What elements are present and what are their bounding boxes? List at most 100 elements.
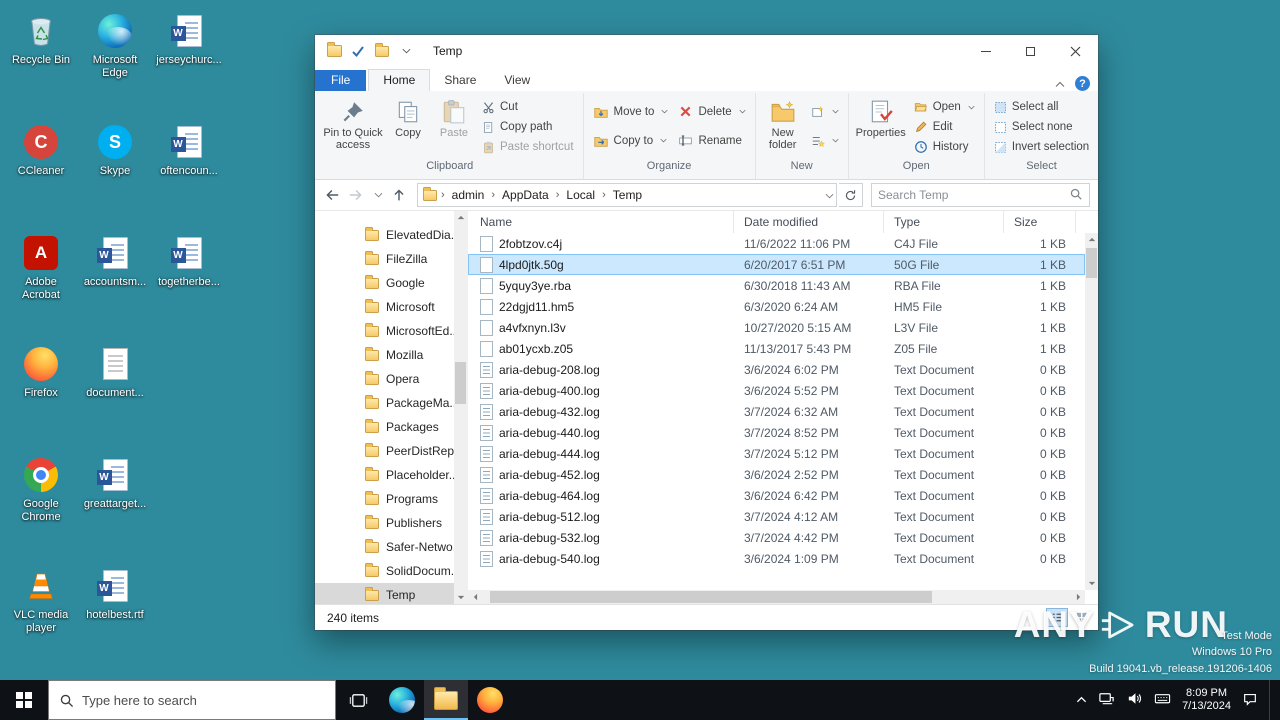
sidebar-item-filezilla[interactable]: FileZilla xyxy=(315,247,467,271)
file-row-2fobtzov-c4j[interactable]: 2fobtzov.c4j 11/6/2022 11:06 PM C4J File 1 … xyxy=(468,233,1085,254)
close-button[interactable] xyxy=(1053,35,1098,67)
file-row-5yquy3ye-rba[interactable]: 5yquy3ye.rba 6/30/2018 11:43 AM RBA File 1 … xyxy=(468,275,1085,296)
breadcrumb-separator[interactable]: › xyxy=(555,189,561,201)
desktop-icon-oftencoun[interactable]: Woftencoun... xyxy=(152,115,226,226)
sidebar-item-publishers[interactable]: Publishers xyxy=(315,511,467,535)
scroll-down-button[interactable] xyxy=(454,591,467,604)
touch-keyboard-icon[interactable] xyxy=(1154,690,1171,710)
scrollbar-track[interactable] xyxy=(1085,246,1098,577)
paste-shortcut-button[interactable]: Paste shortcut xyxy=(477,137,579,157)
tab-view[interactable]: View xyxy=(490,70,544,91)
tab-share[interactable]: Share xyxy=(430,70,490,91)
edit-button[interactable]: Edit xyxy=(909,117,980,137)
sidebar-item-soliddocum[interactable]: SolidDocum... xyxy=(315,559,467,583)
back-button[interactable] xyxy=(319,183,343,207)
horizontal-scrollbar[interactable] xyxy=(468,590,1085,604)
desktop-icon-document[interactable]: document... xyxy=(78,337,152,448)
sidebar-item-microsofted[interactable]: MicrosoftEd... xyxy=(315,319,467,343)
desktop-icon-vlc-media-player[interactable]: VLC media player xyxy=(4,559,78,670)
file-row-aria-debug-452-log[interactable]: aria-debug-452.log 3/6/2024 2:52 PM Text D… xyxy=(468,464,1085,485)
desktop-icon-accountsm[interactable]: Waccountsm... xyxy=(78,226,152,337)
invert-selection-button[interactable]: Invert selection xyxy=(989,137,1094,157)
title-bar[interactable]: Temp xyxy=(315,35,1098,67)
pin-to-quick-access-button[interactable]: Pin to Quick access xyxy=(321,95,385,155)
desktop-icon-firefox[interactable]: Firefox xyxy=(4,337,78,448)
delete-button[interactable]: Delete xyxy=(673,102,750,122)
breadcrumb-appdata[interactable]: AppData xyxy=(499,186,552,204)
sidebar-item-safer-netwo[interactable]: Safer-Netwo... xyxy=(315,535,467,559)
scroll-left-button[interactable] xyxy=(468,590,482,604)
address-dropdown-chevron-icon[interactable] xyxy=(825,188,834,202)
history-button[interactable]: History xyxy=(909,137,980,157)
sidebar-item-opera[interactable]: Opera xyxy=(315,367,467,391)
open-button[interactable]: Open xyxy=(909,97,980,117)
easy-access-button[interactable] xyxy=(806,131,844,151)
sidebar-item-microsoft[interactable]: Microsoft xyxy=(315,295,467,319)
desktop-icon-skype[interactable]: S Skype xyxy=(78,115,152,226)
copy-path-button[interactable]: Copy path xyxy=(477,117,579,137)
help-icon[interactable]: ? xyxy=(1075,76,1090,91)
taskbar-edge-button[interactable] xyxy=(380,680,424,720)
sidebar-item-elevateddia[interactable]: ElevatedDia... xyxy=(315,223,467,247)
scrollbar-thumb[interactable] xyxy=(455,362,466,404)
tray-show-hidden-icons-chevron[interactable] xyxy=(1076,693,1087,707)
scrollbar-track[interactable] xyxy=(454,224,467,591)
desktop-icon-adobe-acrobat[interactable]: A Adobe Acrobat xyxy=(4,226,78,337)
maximize-button[interactable] xyxy=(1008,35,1053,67)
column-header-date-modified[interactable]: Date modified xyxy=(734,211,884,233)
task-view-button[interactable] xyxy=(336,680,380,720)
quick-access-properties-button[interactable] xyxy=(347,40,369,62)
breadcrumb-local[interactable]: Local xyxy=(563,186,598,204)
taskbar-file-explorer-button[interactable] xyxy=(424,680,468,720)
desktop-icon-togetherbe[interactable]: Wtogetherbe... xyxy=(152,226,226,337)
sidebar-item-peerdistrep[interactable]: PeerDistRep... xyxy=(315,439,467,463)
copy-to-button[interactable]: Copy to xyxy=(588,131,674,151)
recent-locations-button[interactable] xyxy=(371,183,385,207)
taskbar-search[interactable] xyxy=(48,680,336,720)
address-bar[interactable]: › admin › AppData › Local › Temp xyxy=(417,183,837,207)
breadcrumb-admin[interactable]: admin xyxy=(449,186,488,204)
select-all-button[interactable]: Select all xyxy=(989,97,1094,117)
new-folder-button[interactable]: New folder xyxy=(760,95,806,155)
properties-button[interactable]: Properties xyxy=(853,95,909,143)
file-row-aria-debug-400-log[interactable]: aria-debug-400.log 3/6/2024 5:52 PM Text D… xyxy=(468,380,1085,401)
breadcrumb-temp[interactable]: Temp xyxy=(610,186,645,204)
taskbar-firefox-button[interactable] xyxy=(468,680,512,720)
file-row-aria-debug-540-log[interactable]: aria-debug-540.log 3/6/2024 1:09 PM Text D… xyxy=(468,548,1085,569)
minimize-button[interactable] xyxy=(963,35,1008,67)
sidebar-item-packagema[interactable]: PackageMa... xyxy=(315,391,467,415)
file-row-aria-debug-440-log[interactable]: aria-debug-440.log 3/7/2024 8:52 PM Text D… xyxy=(468,422,1085,443)
file-row-aria-debug-432-log[interactable]: aria-debug-432.log 3/7/2024 6:32 AM Text D… xyxy=(468,401,1085,422)
scroll-up-button[interactable] xyxy=(1085,233,1098,246)
rename-button[interactable]: Rename xyxy=(673,131,750,151)
desktop-icon-jerseychurc[interactable]: Wjerseychurc... xyxy=(152,4,226,115)
copy-button[interactable]: Copy xyxy=(385,95,431,143)
desktop-icon-microsoft-edge[interactable]: Microsoft Edge xyxy=(78,4,152,115)
scroll-down-button[interactable] xyxy=(1085,577,1098,590)
select-none-button[interactable]: Select none xyxy=(989,117,1094,137)
move-to-button[interactable]: Move to xyxy=(588,102,674,122)
column-header-name[interactable]: Name xyxy=(468,211,734,233)
file-row-aria-debug-208-log[interactable]: aria-debug-208.log 3/6/2024 6:02 PM Text D… xyxy=(468,359,1085,380)
refresh-button[interactable] xyxy=(839,183,863,207)
collapse-ribbon-chevron-icon[interactable] xyxy=(1055,77,1065,91)
file-row-aria-debug-464-log[interactable]: aria-debug-464.log 3/6/2024 6:42 PM Text D… xyxy=(468,485,1085,506)
column-header-type[interactable]: Type xyxy=(884,211,1004,233)
search-icon[interactable] xyxy=(1069,187,1083,204)
file-row-aria-debug-532-log[interactable]: aria-debug-532.log 3/7/2024 4:42 PM Text D… xyxy=(468,527,1085,548)
quick-access-new-folder-button[interactable] xyxy=(371,40,393,62)
file-row-4lpd0jtk-50g[interactable]: 4lpd0jtk.50g 6/20/2017 6:51 PM 50G File 1 K… xyxy=(468,254,1085,275)
sidebar-item-mozilla[interactable]: Mozilla xyxy=(315,343,467,367)
sidebar-scrollbar[interactable] xyxy=(454,211,467,604)
start-button[interactable] xyxy=(0,680,48,720)
file-row-a4vfxnyn-l3v[interactable]: a4vfxnyn.l3v 10/27/2020 5:15 AM L3V File 1 … xyxy=(468,317,1085,338)
up-button[interactable] xyxy=(387,183,411,207)
taskbar-clock[interactable]: 8:09 PM 7/13/2024 xyxy=(1182,687,1231,713)
sidebar-item-placeholder[interactable]: Placeholder... xyxy=(315,463,467,487)
breadcrumb-separator[interactable]: › xyxy=(440,189,446,201)
taskbar-search-input[interactable] xyxy=(82,692,325,708)
desktop-icon-google-chrome[interactable]: Google Chrome xyxy=(4,448,78,559)
volume-icon[interactable] xyxy=(1126,690,1143,710)
paste-button[interactable]: Paste xyxy=(431,95,477,143)
column-header-size[interactable]: Size xyxy=(1004,211,1076,233)
